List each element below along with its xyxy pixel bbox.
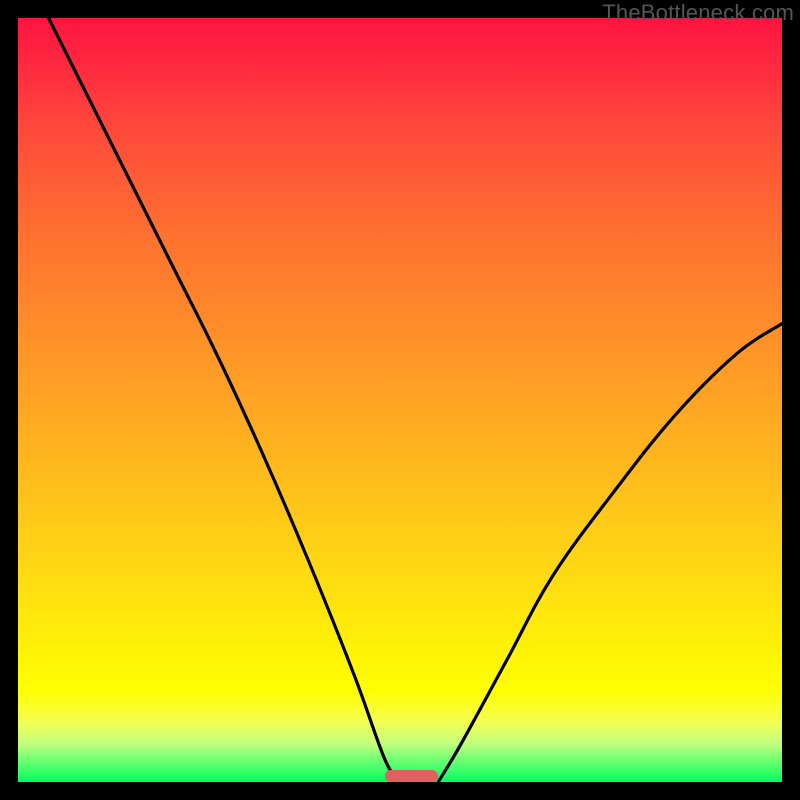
chart-container: TheBottleneck.com	[0, 0, 800, 800]
plot-area	[18, 18, 782, 782]
left-curve	[49, 18, 400, 782]
curve-overlay	[18, 18, 782, 782]
right-curve	[438, 324, 782, 782]
bottleneck-marker	[385, 770, 438, 782]
watermark-text: TheBottleneck.com	[602, 0, 794, 26]
